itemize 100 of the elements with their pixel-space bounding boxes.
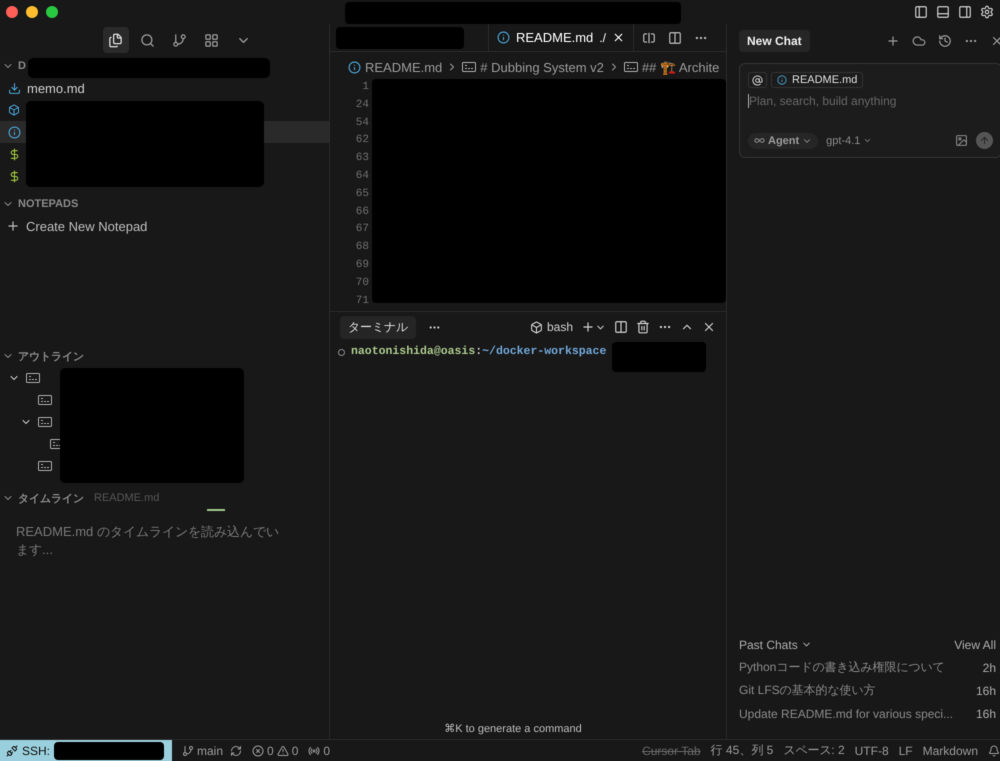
cursor-position[interactable]: 行 45、列 5 [710,742,774,759]
cube-icon [530,320,543,334]
chat-tab[interactable]: New Chat [739,30,810,52]
section-title: アウトライン [18,350,84,364]
language-mode[interactable]: Markdown [922,744,978,758]
past-chats-toggle[interactable]: Past Chats [739,638,812,652]
explorer-tab[interactable] [102,27,128,53]
cloud-icon[interactable] [912,34,926,48]
line-number: 68 [354,240,369,256]
status-circle-icon [338,349,345,356]
split-editor-icon[interactable] [668,30,682,44]
zoom-window-button[interactable] [46,6,58,18]
breadcrumb[interactable]: README.md [365,60,442,74]
history-icon[interactable] [938,34,952,48]
terminal-tab[interactable]: ターミナル [340,316,416,338]
cube-icon [8,104,20,116]
chevron-down-icon [863,136,872,145]
infinity-icon [754,135,765,146]
model-selector[interactable]: gpt-4.1 [826,134,872,146]
plug-icon [6,744,18,756]
dollar-icon [8,170,21,182]
branch-indicator[interactable]: main [182,744,242,758]
close-window-button[interactable] [6,6,18,18]
past-chat-title[interactable]: Pythonコードの書き込み権限について [739,659,944,676]
chat-age: 16h [976,684,996,698]
text-symbol-icon [38,461,52,471]
indentation[interactable]: スペース: 2 [783,742,845,759]
branch-icon [182,744,194,756]
close-icon[interactable] [612,31,625,44]
line-number: 64 [354,168,369,184]
panel-left-icon[interactable] [914,5,928,19]
close-icon[interactable] [990,34,1000,48]
context-chip[interactable]: README.md [771,72,864,88]
settings-icon[interactable] [980,5,994,19]
mode-selector[interactable]: Agent [748,132,818,148]
text-symbol-icon [38,417,52,427]
sync-icon [230,744,242,756]
line-number: 63 [354,151,369,166]
file-name: README.md [94,492,160,504]
close-icon[interactable] [702,320,716,334]
line-number: 71 [354,294,369,309]
encoding[interactable]: UTF-8 [854,744,889,758]
breadcrumb[interactable]: # Dubbing System v2 [480,60,604,74]
bell-icon[interactable] [988,744,1000,756]
command-hint: ⌘K to generate a command [443,722,583,737]
chat-age: 2h [982,660,996,674]
line-number: 67 [354,222,369,238]
image-icon[interactable] [955,134,968,147]
line-number: 62 [354,133,369,148]
mention-button[interactable] [748,72,767,88]
trash-icon[interactable] [636,320,650,334]
at-sign-icon [752,74,763,86]
download-arrow-icon [8,82,21,94]
loading-message: README.md のタイムラインを読み込んでいます... [15,523,280,559]
line-number: 24 [354,98,369,113]
info-icon [497,31,510,44]
preview-icon[interactable] [642,30,656,44]
arrow-up-icon [979,135,990,146]
new-chat-icon[interactable] [886,34,900,48]
antenna-icon [308,744,320,756]
chat-input[interactable]: Plan, search, build anything [748,94,993,108]
text-symbol-icon [26,373,40,383]
create-notepad-button[interactable]: Create New Notepad [6,215,148,237]
section-title: タイムライン [18,492,84,506]
split-terminal-icon[interactable] [614,320,628,334]
view-all-link[interactable]: View All [954,638,996,652]
line-number: 54 [354,116,369,131]
prompt-text: naotonishida@oasis:~/docker-workspace [351,345,606,358]
past-chat-title[interactable]: Git LFSの基本的な使い方 [739,682,876,699]
warning-icon [276,744,289,756]
text-symbol-icon [462,62,476,72]
add-terminal-icon[interactable] [581,320,595,334]
files-icon [108,32,123,48]
remote-indicator[interactable]: SSH: [0,740,172,761]
line-number: 66 [354,204,369,220]
line-ending[interactable]: LF [898,744,913,758]
dollar-icon [8,148,21,160]
minimize-window-button[interactable] [26,6,38,18]
text-symbol-icon [624,62,638,72]
problems-indicator[interactable]: 0 0 [252,744,298,758]
info-icon [348,60,361,74]
section-title: NOTEPADS [18,198,78,210]
line-number: 1 [361,80,369,95]
search-icon [140,32,155,48]
line-number: 65 [354,186,369,202]
breadcrumb[interactable]: ## 🏗 Archite [642,60,720,74]
branch-icon [172,32,187,48]
info-icon [8,126,21,138]
past-chat-title[interactable]: Update README.md for various speci... [739,706,954,720]
chat-age: 16h [976,706,996,720]
grid-icon [204,32,219,48]
editor-tab[interactable]: README.md ./ [488,24,634,51]
ports-indicator[interactable]: 0 [308,744,330,758]
info-icon [777,75,787,85]
error-icon [252,744,264,756]
section-title: D [18,60,26,72]
shell-name[interactable]: bash [546,320,573,334]
panel-right-icon[interactable] [958,5,972,19]
panel-bottom-icon[interactable] [936,5,950,19]
file-name[interactable]: memo.md [27,80,85,96]
